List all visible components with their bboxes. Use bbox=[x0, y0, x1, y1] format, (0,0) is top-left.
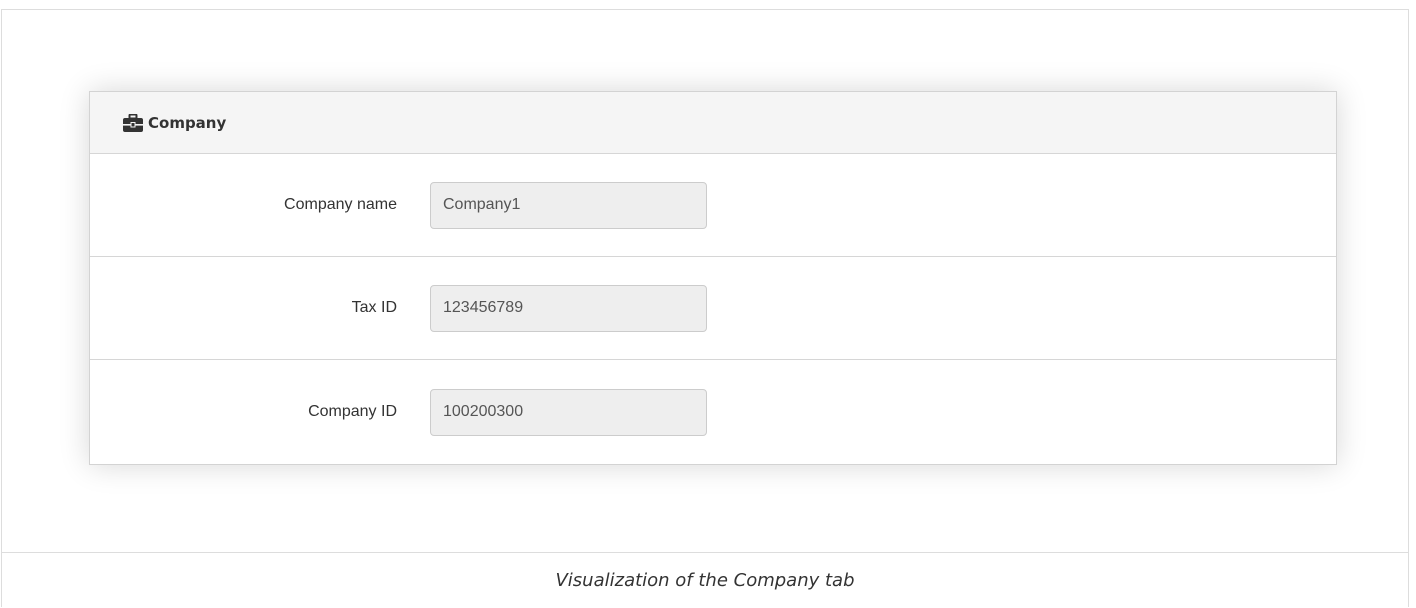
company-id-field[interactable] bbox=[430, 388, 707, 436]
form-row-company-id: Company ID bbox=[90, 360, 1336, 464]
form-row-company-name: Company name bbox=[90, 154, 1336, 257]
tax-id-field[interactable] bbox=[430, 284, 707, 332]
company-name-label: Company name bbox=[284, 196, 397, 213]
form-row-tax-id: Tax ID bbox=[90, 257, 1336, 360]
panel-title: Company bbox=[148, 113, 227, 132]
company-name-field[interactable] bbox=[430, 181, 707, 229]
figure-frame: Company Company name Tax ID Company ID V… bbox=[1, 9, 1409, 607]
panel-header: Company bbox=[90, 92, 1336, 154]
figure-caption: Visualization of the Company tab bbox=[555, 570, 855, 591]
company-id-label: Company ID bbox=[308, 403, 397, 420]
figure-area: Company Company name Tax ID Company ID bbox=[2, 10, 1408, 552]
caption-bar: Visualization of the Company tab bbox=[2, 552, 1408, 608]
tax-id-label: Tax ID bbox=[351, 299, 397, 316]
company-panel: Company Company name Tax ID Company ID bbox=[89, 91, 1337, 465]
briefcase-icon bbox=[123, 113, 143, 132]
